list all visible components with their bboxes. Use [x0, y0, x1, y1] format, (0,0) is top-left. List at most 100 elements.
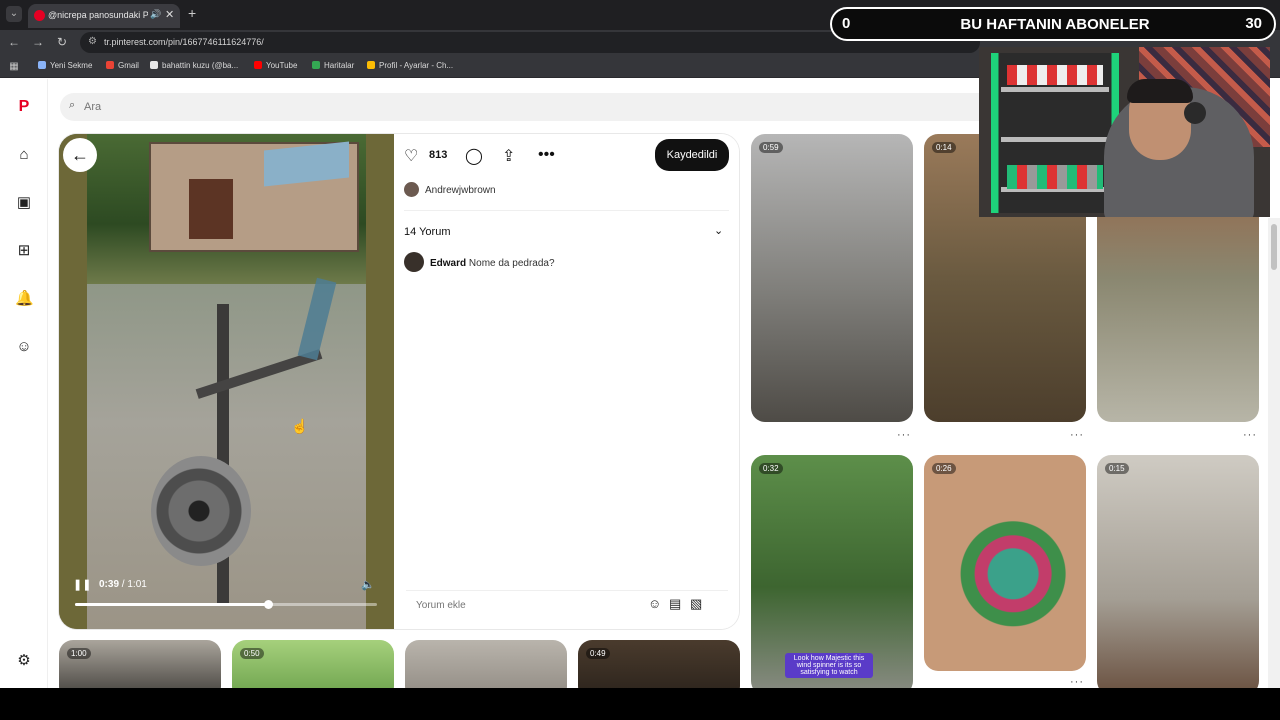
bookmark-item[interactable]: bahattin kuzu (@ba... — [150, 61, 238, 70]
bookmark-item[interactable]: Yeni Sekme — [38, 61, 92, 70]
grid-pin[interactable]: 0:50 — [232, 640, 394, 688]
grid-pin[interactable]: 0:26 — [924, 455, 1086, 671]
video-controls: ❚❚ 0:39 / 1:01 🔈 — [69, 574, 384, 614]
pinterest-favicon-icon — [34, 10, 45, 21]
saved-button[interactable]: Kaydedildi — [655, 139, 729, 171]
video-time: 0:39 / 1:01 — [99, 579, 147, 590]
video-duration: 0:50 — [240, 648, 264, 659]
home-icon[interactable]: ⌂ — [15, 146, 33, 164]
grid-pin[interactable]: 0:15 — [1097, 455, 1259, 688]
overlay-right-count: 30 — [1245, 15, 1262, 32]
bookmark-label: Haritalar — [324, 61, 355, 70]
volume-icon[interactable]: 🔈 — [361, 578, 375, 591]
settings-gear-icon[interactable]: ⚙ — [15, 652, 33, 670]
pin-detail-panel: ♡ 813 ◯ ⇪ ••• Kaydedildi Andrewjwbrown 1… — [394, 134, 739, 629]
more-options-icon[interactable]: ··· — [1070, 676, 1084, 688]
pinterest-logo-icon[interactable]: P — [15, 98, 33, 116]
tab-title: @nicrepa panosundaki Pin — [48, 10, 148, 20]
more-options-icon[interactable]: ··· — [1243, 429, 1257, 441]
bookmark-label: Yeni Sekme — [50, 61, 93, 70]
speaker-icon[interactable]: 🔊 — [150, 9, 161, 20]
video-duration: 0:15 — [1105, 463, 1129, 474]
new-tab-button[interactable]: + — [188, 5, 196, 21]
webcam-person-hair — [1127, 79, 1193, 103]
forward-arrow-icon[interactable]: → — [30, 34, 46, 50]
video-duration: 0:59 — [759, 142, 783, 153]
back-arrow-icon[interactable]: ← — [6, 34, 22, 50]
browser-tab[interactable]: @nicrepa panosundaki Pin 🔊 ✕ — [28, 4, 180, 28]
comment-icon[interactable]: ◯ — [465, 146, 483, 166]
video-duration: 0:26 — [932, 463, 956, 474]
bookmark-label: Gmail — [118, 61, 139, 70]
image-icon[interactable]: ▧ — [690, 596, 702, 612]
video-edge — [59, 134, 87, 629]
apps-grid-icon[interactable]: ▦ — [6, 59, 22, 75]
webcam-headset — [1184, 102, 1206, 124]
comment-text: Nome da pedrada? — [468, 258, 555, 269]
bookmark-label: bahattin kuzu (@ba... — [162, 61, 239, 70]
bookmark-item[interactable]: YouTube — [254, 61, 297, 70]
pin-author[interactable]: Andrewjwbrown — [404, 182, 496, 197]
search-input[interactable] — [84, 93, 684, 121]
video-duration: 0:14 — [932, 142, 956, 153]
commenter-avatar[interactable] — [404, 252, 424, 272]
back-button[interactable]: ← — [63, 138, 97, 172]
page-scrollbar[interactable] — [1268, 218, 1280, 688]
grid-pin[interactable]: 0:49 — [578, 640, 740, 688]
create-icon[interactable]: ⊞ — [15, 242, 33, 260]
video-progress-fill — [75, 603, 269, 606]
bookmark-icon — [38, 61, 46, 69]
more-options-icon[interactable]: ··· — [897, 429, 911, 441]
bookmark-item[interactable]: Gmail — [106, 61, 139, 70]
stream-subscriber-overlay: 0 BU HAFTANIN ABONELER 30 — [830, 7, 1276, 41]
mouse-cursor-icon: ☝ — [291, 418, 309, 434]
search-bar[interactable]: ⌕ — [60, 93, 1080, 121]
divider — [404, 210, 729, 211]
explore-icon[interactable]: ▣ — [15, 194, 33, 212]
sticker-icon[interactable]: ▤ — [669, 596, 681, 612]
comment-user[interactable]: Edward — [430, 258, 466, 269]
notifications-icon[interactable]: 🔔 — [15, 290, 34, 308]
scrollbar-thumb[interactable] — [1271, 224, 1277, 270]
share-icon[interactable]: ⇪ — [502, 146, 515, 166]
more-options-icon[interactable]: ••• — [538, 146, 555, 164]
video-duration: 0:49 — [586, 648, 610, 659]
chevron-down-icon[interactable]: ⌄ — [714, 224, 723, 237]
screen-bottom-border — [0, 688, 1280, 720]
like-count: 813 — [429, 149, 448, 161]
gmail-icon — [106, 61, 114, 69]
video-duration: 1:00 — [67, 648, 91, 659]
pin-caption: Look how Majestic this wind spinner is i… — [785, 653, 873, 678]
reload-icon[interactable]: ↻ — [54, 34, 70, 50]
author-name: Andrewjwbrown — [425, 185, 496, 196]
grid-pin[interactable] — [405, 640, 567, 688]
author-avatar — [404, 182, 419, 197]
time-current: 0:39 — [99, 579, 120, 590]
tab-search-icon[interactable]: ⌄ — [6, 6, 22, 22]
comment-input[interactable] — [416, 597, 636, 613]
emoji-icon[interactable]: ☺ — [648, 596, 661, 611]
url-text: tr.pinterest.com/pin/1667746111624776/ — [104, 37, 264, 47]
webcam-shelf-boards — [1001, 87, 1109, 92]
grid-pin[interactable]: 0:59 — [751, 134, 913, 422]
video-edge — [366, 134, 394, 629]
messages-icon[interactable]: ☺ — [15, 338, 33, 356]
pin-video[interactable]: ← ☝ ❚❚ 0:39 / 1:01 🔈 — [59, 134, 394, 629]
site-info-icon[interactable]: ⚙ — [88, 36, 97, 47]
comments-title: 14 Yorum — [404, 226, 451, 238]
more-options-icon[interactable]: ··· — [1070, 429, 1084, 441]
overlay-title: BU HAFTANIN ABONELER — [960, 16, 1150, 33]
video-progress-bar[interactable] — [75, 600, 377, 609]
time-total: / 1:01 — [121, 579, 147, 590]
pause-icon[interactable]: ❚❚ — [73, 578, 91, 591]
bookmark-item[interactable]: Profil - Ayarlar - Ch... — [367, 61, 453, 70]
grid-pin[interactable]: 0:32 Look how Majestic this wind spinner … — [751, 455, 913, 688]
bookmark-label: YouTube — [266, 61, 298, 70]
grid-pin[interactable]: 1:00 — [59, 640, 221, 688]
heart-icon[interactable]: ♡ — [404, 146, 418, 166]
video-progress-knob[interactable] — [264, 600, 274, 609]
video-sculpture-wheel — [151, 456, 251, 566]
tab-close-icon[interactable]: ✕ — [165, 8, 174, 21]
webcam-feed — [979, 47, 1270, 217]
bookmark-item[interactable]: Haritalar — [312, 61, 354, 70]
